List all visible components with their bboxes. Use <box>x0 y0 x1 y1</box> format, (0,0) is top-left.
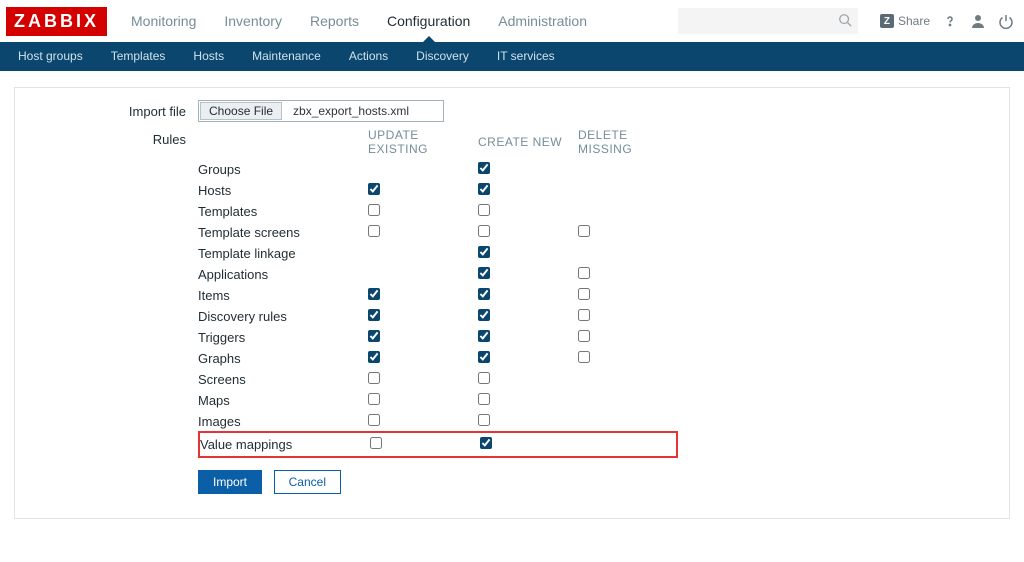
rule-name-triggers: Triggers <box>198 330 368 345</box>
chk-triggers-delete[interactable] <box>578 330 590 342</box>
chk-triggers-update[interactable] <box>368 330 380 342</box>
rule-name-screens: Screens <box>198 372 368 387</box>
chk-discovery-rules-delete[interactable] <box>578 309 590 321</box>
subnav-item-hosts[interactable]: Hosts <box>179 42 238 71</box>
rule-name-templates: Templates <box>198 204 368 219</box>
rule-name-groups: Groups <box>198 162 368 177</box>
chk-graphs-create[interactable] <box>478 351 490 363</box>
file-name: zbx_export_hosts.xml <box>283 101 443 121</box>
help-icon[interactable] <box>942 13 958 29</box>
chk-template-linkage-create[interactable] <box>478 246 490 258</box>
share-badge-icon: Z <box>880 14 894 28</box>
rule-name-template-screens: Template screens <box>198 225 368 240</box>
chk-template-screens-update[interactable] <box>368 225 380 237</box>
chk-items-create[interactable] <box>478 288 490 300</box>
chk-templates-create[interactable] <box>478 204 490 216</box>
sub-nav: Host groupsTemplatesHostsMaintenanceActi… <box>0 42 1024 71</box>
chk-screens-create[interactable] <box>478 372 490 384</box>
mainnav-item-monitoring[interactable]: Monitoring <box>117 0 210 42</box>
rule-name-maps: Maps <box>198 393 368 408</box>
subnav-item-actions[interactable]: Actions <box>335 42 402 71</box>
rule-name-template-linkage: Template linkage <box>198 246 368 261</box>
chk-templates-update[interactable] <box>368 204 380 216</box>
chk-maps-create[interactable] <box>478 393 490 405</box>
mainnav-item-configuration[interactable]: Configuration <box>373 0 484 42</box>
chk-triggers-create[interactable] <box>478 330 490 342</box>
chk-graphs-update[interactable] <box>368 351 380 363</box>
chk-images-create[interactable] <box>478 414 490 426</box>
import-button[interactable]: Import <box>198 470 262 494</box>
chk-value-mappings-update[interactable] <box>370 437 382 449</box>
chk-template-screens-delete[interactable] <box>578 225 590 237</box>
rules-grid: UPDATE EXISTING CREATE NEW DELETE MISSIN… <box>198 128 678 458</box>
rule-name-images: Images <box>198 414 368 429</box>
topbar: ZABBIX MonitoringInventoryReportsConfigu… <box>0 0 1024 42</box>
power-icon[interactable] <box>998 13 1014 29</box>
rule-name-hosts: Hosts <box>198 183 368 198</box>
import-file-label: Import file <box>33 100 198 119</box>
chk-value-mappings-create[interactable] <box>480 437 492 449</box>
share-label: Share <box>898 14 930 28</box>
file-chooser[interactable]: Choose File zbx_export_hosts.xml <box>198 100 444 122</box>
choose-file-button[interactable]: Choose File <box>200 102 282 120</box>
chk-discovery-rules-create[interactable] <box>478 309 490 321</box>
subnav-item-templates[interactable]: Templates <box>97 42 180 71</box>
subnav-item-discovery[interactable]: Discovery <box>402 42 483 71</box>
chk-template-screens-create[interactable] <box>478 225 490 237</box>
col-delete-missing: DELETE MISSING <box>578 128 678 156</box>
chk-graphs-delete[interactable] <box>578 351 590 363</box>
chk-hosts-update[interactable] <box>368 183 380 195</box>
search-input[interactable] <box>678 8 858 34</box>
chk-applications-delete[interactable] <box>578 267 590 279</box>
rules-label: Rules <box>33 128 198 147</box>
mainnav-item-reports[interactable]: Reports <box>296 0 373 42</box>
chk-screens-update[interactable] <box>368 372 380 384</box>
chk-maps-update[interactable] <box>368 393 380 405</box>
chk-hosts-create[interactable] <box>478 183 490 195</box>
chk-applications-create[interactable] <box>478 267 490 279</box>
subnav-item-maintenance[interactable]: Maintenance <box>238 42 335 71</box>
search-wrap <box>678 8 858 34</box>
col-update-existing: UPDATE EXISTING <box>368 128 478 156</box>
share-button[interactable]: Z Share <box>880 14 930 28</box>
chk-groups-create[interactable] <box>478 162 490 174</box>
rule-name-graphs: Graphs <box>198 351 368 366</box>
user-icon[interactable] <box>970 13 986 29</box>
rule-name-items: Items <box>198 288 368 303</box>
highlighted-rule-row: Value mappings <box>198 431 678 458</box>
rule-name-discovery-rules: Discovery rules <box>198 309 368 324</box>
col-create-new: CREATE NEW <box>478 135 578 149</box>
chk-images-update[interactable] <box>368 414 380 426</box>
logo: ZABBIX <box>6 7 107 36</box>
chk-items-delete[interactable] <box>578 288 590 300</box>
mainnav-item-inventory[interactable]: Inventory <box>210 0 296 42</box>
search-icon[interactable] <box>838 13 852 27</box>
import-panel: Import file Choose File zbx_export_hosts… <box>14 87 1010 519</box>
cancel-button[interactable]: Cancel <box>274 470 341 494</box>
chk-items-update[interactable] <box>368 288 380 300</box>
chk-discovery-rules-update[interactable] <box>368 309 380 321</box>
subnav-item-it-services[interactable]: IT services <box>483 42 569 71</box>
main-nav: MonitoringInventoryReportsConfigurationA… <box>117 0 601 42</box>
rule-name-value-mappings: Value mappings <box>200 437 370 452</box>
rule-name-applications: Applications <box>198 267 368 282</box>
subnav-item-host-groups[interactable]: Host groups <box>4 42 97 71</box>
mainnav-item-administration[interactable]: Administration <box>484 0 601 42</box>
